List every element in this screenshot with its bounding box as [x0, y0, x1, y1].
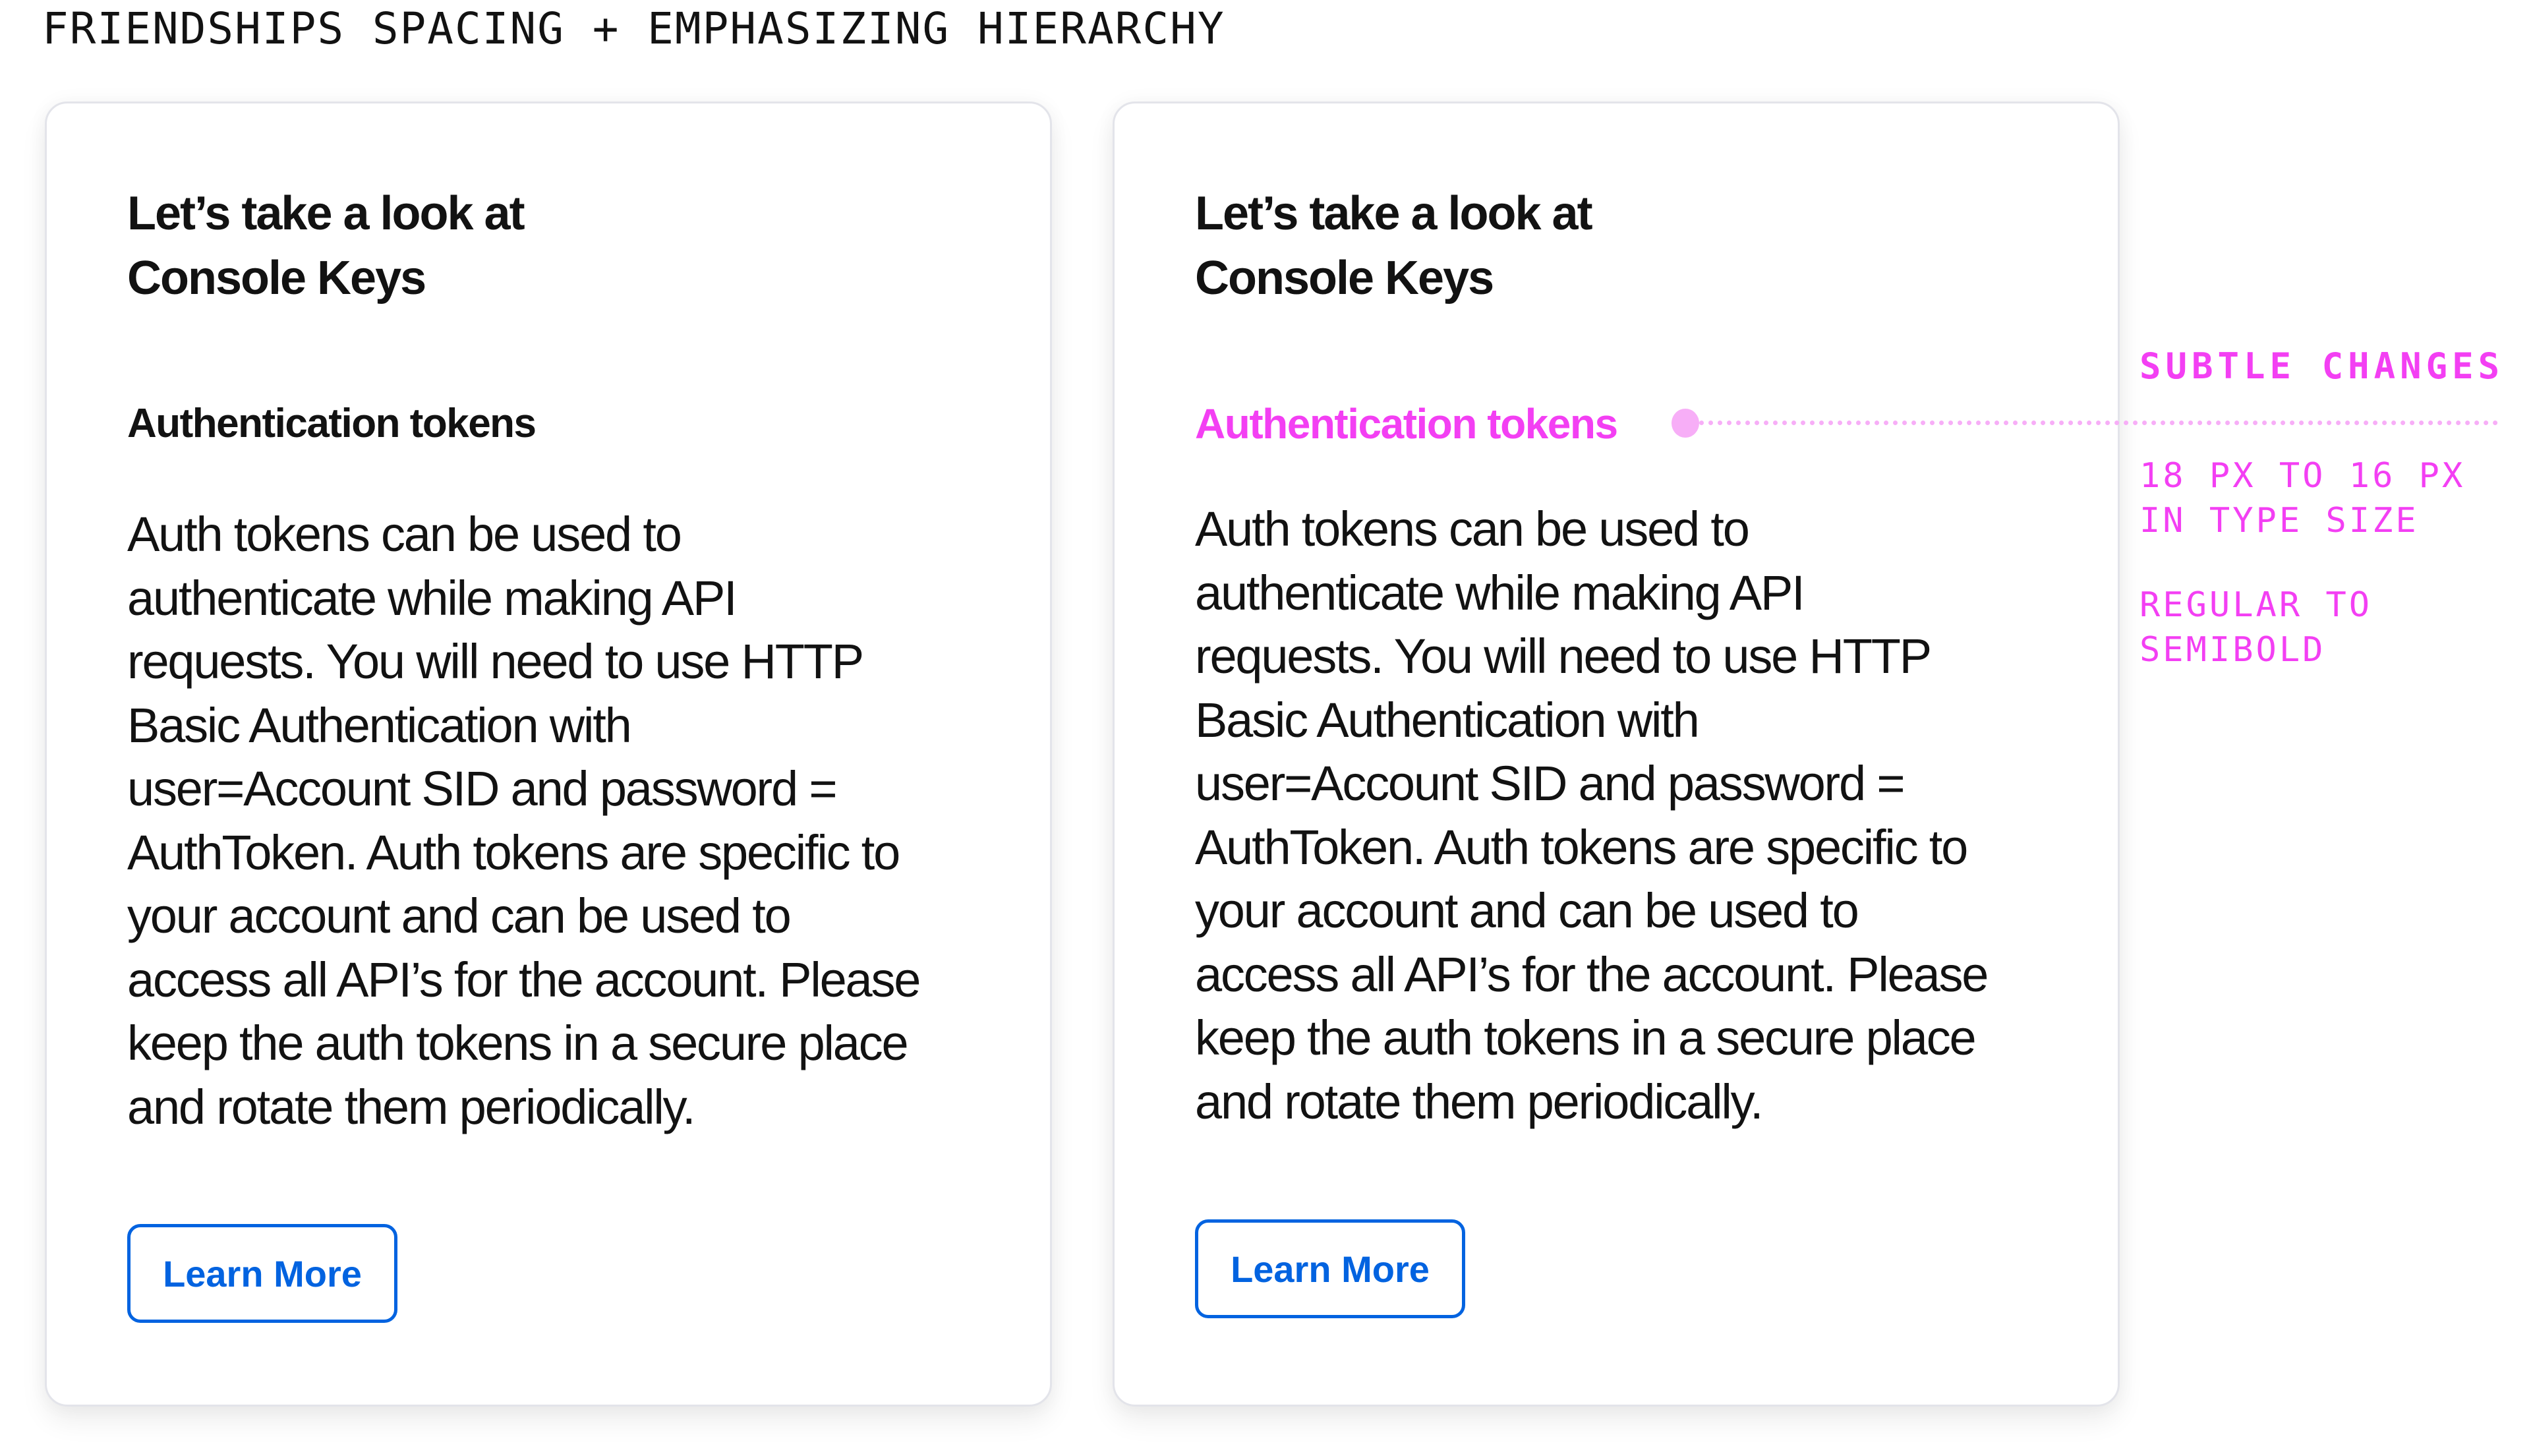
card-after: Let’s take a look at Console Keys Authen…	[1113, 102, 2120, 1407]
body-line: Basic Authentication with	[1195, 692, 1700, 747]
card-body-text: Auth tokens can be used to authenticate …	[1195, 498, 2091, 1134]
body-line: requests. You will need to use HTTP	[127, 634, 864, 689]
body-line: AuthToken. Auth tokens are specific to	[1195, 819, 1968, 875]
annotation-note-line: IN TYPE SIZE	[2139, 501, 2419, 540]
card-headline: Let’s take a look at Console Keys	[127, 181, 720, 310]
body-line: user=Account SID and password =	[1195, 756, 1906, 811]
body-line: your account and can be used to	[1195, 883, 1859, 938]
annotation-note-type-size: 18 PX TO 16 PX IN TYPE SIZE	[2139, 453, 2465, 543]
body-line: access all API’s for the account. Please	[127, 952, 921, 1007]
page-title: FRIENDSHIPS SPACING + EMPHASIZING HIERAR…	[42, 3, 1225, 54]
learn-more-button[interactable]: Learn More	[1195, 1219, 1465, 1318]
body-line: AuthToken. Auth tokens are specific to	[127, 825, 900, 880]
body-line: user=Account SID and password =	[127, 761, 838, 816]
annotation-dot-marker	[1672, 409, 1699, 438]
body-line: authenticate while making API	[1195, 565, 1805, 620]
headline-line: Console Keys	[1195, 252, 1494, 305]
annotation-note-line: REGULAR TO	[2139, 585, 2373, 625]
card-subheading: Authentication tokens	[127, 401, 537, 446]
body-line: keep the auth tokens in a secure place	[127, 1016, 909, 1070]
body-line: and rotate them periodically.	[127, 1079, 696, 1134]
annotation-title: SUBTLE CHANGES	[2139, 345, 2505, 387]
body-line: Auth tokens can be used to	[1195, 502, 1750, 556]
body-line: authenticate while making API	[127, 570, 738, 626]
body-line: Auth tokens can be used to	[127, 507, 682, 562]
annotation-note-line: SEMIBOLD	[2139, 630, 2326, 670]
card-subheading-highlighted: Authentication tokens	[1195, 400, 1618, 448]
headline-line: Let’s take a look at	[1195, 187, 1593, 240]
card-body-text: Auth tokens can be used to authenticate …	[127, 503, 1024, 1139]
headline-line: Console Keys	[127, 252, 426, 305]
body-line: your account and can be used to	[127, 888, 792, 943]
card-headline: Let’s take a look at Console Keys	[1195, 181, 1788, 310]
body-line: access all API’s for the account. Please	[1195, 946, 1989, 1002]
headline-line: Let’s take a look at	[127, 187, 525, 240]
annotation-note-weight: REGULAR TO SEMIBOLD	[2139, 583, 2372, 672]
card-before: Let’s take a look at Console Keys Authen…	[45, 102, 1052, 1407]
annotation-dotted-leader-line	[1699, 421, 2498, 425]
annotation-note-line: 18 PX TO 16 PX	[2139, 456, 2466, 496]
learn-more-button[interactable]: Learn More	[127, 1224, 397, 1323]
body-line: and rotate them periodically.	[1195, 1074, 1764, 1129]
body-line: requests. You will need to use HTTP	[1195, 629, 1932, 684]
body-line: keep the auth tokens in a secure place	[1195, 1010, 1977, 1065]
body-line: Basic Authentication with	[127, 697, 632, 753]
